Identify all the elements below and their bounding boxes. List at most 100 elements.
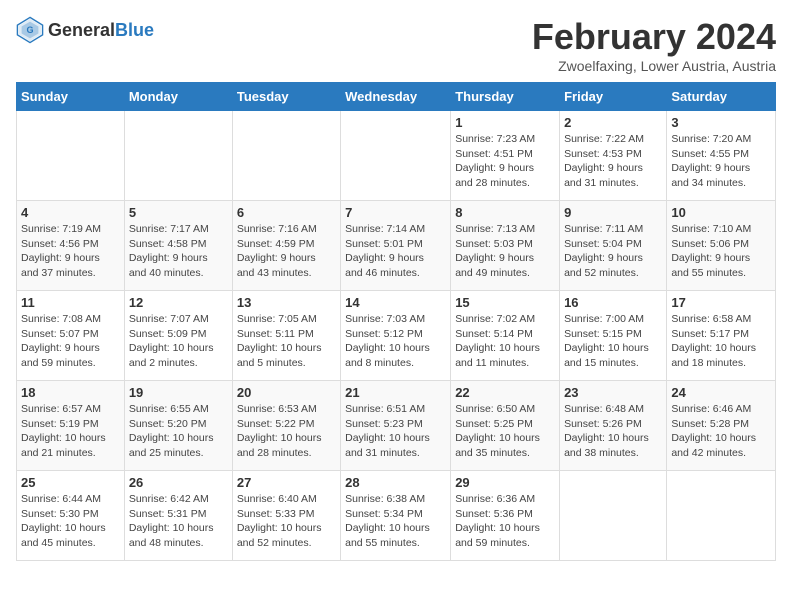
svg-text:G: G: [26, 25, 33, 35]
calendar-cell: 12 Sunrise: 7:07 AMSunset: 5:09 PMDayligh…: [124, 291, 232, 381]
day-info: Sunrise: 6:57 AMSunset: 5:19 PMDaylight:…: [21, 402, 120, 461]
calendar-cell: 16 Sunrise: 7:00 AMSunset: 5:15 PMDayligh…: [560, 291, 667, 381]
calendar-cell: 8 Sunrise: 7:13 AMSunset: 5:03 PMDaylight…: [451, 201, 560, 291]
day-number: 3: [671, 115, 771, 130]
calendar-row: 18 Sunrise: 6:57 AMSunset: 5:19 PMDayligh…: [17, 381, 776, 471]
day-info: Sunrise: 7:22 AMSunset: 4:53 PMDaylight:…: [564, 132, 662, 191]
day-info: Sunrise: 7:10 AMSunset: 5:06 PMDaylight:…: [671, 222, 771, 281]
col-header-tuesday: Tuesday: [232, 83, 340, 111]
day-number: 11: [21, 295, 120, 310]
day-info: Sunrise: 7:05 AMSunset: 5:11 PMDaylight:…: [237, 312, 336, 371]
calendar-cell: 4 Sunrise: 7:19 AMSunset: 4:56 PMDaylight…: [17, 201, 125, 291]
day-number: 19: [129, 385, 228, 400]
calendar-cell: 25Sunrise: 6:44 AMSunset: 5:30 PMDayligh…: [17, 471, 125, 561]
calendar-cell: 26Sunrise: 6:42 AMSunset: 5:31 PMDayligh…: [124, 471, 232, 561]
col-header-thursday: Thursday: [451, 83, 560, 111]
day-info: Sunrise: 7:23 AMSunset: 4:51 PMDaylight:…: [455, 132, 555, 191]
day-info: Sunrise: 6:40 AMSunset: 5:33 PMDaylight:…: [237, 492, 336, 551]
day-number: 25: [21, 475, 120, 490]
day-number: 9: [564, 205, 662, 220]
calendar-cell: 29 Sunrise: 6:36 AMSunset: 5:36 PMDayligh…: [451, 471, 560, 561]
calendar-cell: 21Sunrise: 6:51 AMSunset: 5:23 PMDayligh…: [341, 381, 451, 471]
header-row: SundayMondayTuesdayWednesdayThursdayFrid…: [17, 83, 776, 111]
col-header-monday: Monday: [124, 83, 232, 111]
day-number: 23: [564, 385, 662, 400]
col-header-wednesday: Wednesday: [341, 83, 451, 111]
day-info: Sunrise: 7:02 AMSunset: 5:14 PMDaylight:…: [455, 312, 555, 371]
col-header-saturday: Saturday: [667, 83, 776, 111]
calendar-cell: [341, 111, 451, 201]
calendar-cell: 14Sunrise: 7:03 AMSunset: 5:12 PMDayligh…: [341, 291, 451, 381]
calendar-row: 25Sunrise: 6:44 AMSunset: 5:30 PMDayligh…: [17, 471, 776, 561]
day-number: 21: [345, 385, 446, 400]
calendar-cell: 28 Sunrise: 6:38 AMSunset: 5:34 PMDayligh…: [341, 471, 451, 561]
day-number: 1: [455, 115, 555, 130]
day-number: 24: [671, 385, 771, 400]
day-number: 17: [671, 295, 771, 310]
day-number: 20: [237, 385, 336, 400]
calendar-cell: 17 Sunrise: 6:58 AMSunset: 5:17 PMDayligh…: [667, 291, 776, 381]
calendar-cell: 2 Sunrise: 7:22 AMSunset: 4:53 PMDaylight…: [560, 111, 667, 201]
day-number: 7: [345, 205, 446, 220]
day-info: Sunrise: 7:16 AMSunset: 4:59 PMDaylight:…: [237, 222, 336, 281]
calendar-cell: 19Sunrise: 6:55 AMSunset: 5:20 PMDayligh…: [124, 381, 232, 471]
calendar-table: SundayMondayTuesdayWednesdayThursdayFrid…: [16, 82, 776, 561]
day-info: Sunrise: 6:53 AMSunset: 5:22 PMDaylight:…: [237, 402, 336, 461]
day-number: 13: [237, 295, 336, 310]
day-number: 18: [21, 385, 120, 400]
calendar-title: February 2024: [532, 16, 776, 58]
calendar-cell: [560, 471, 667, 561]
col-header-friday: Friday: [560, 83, 667, 111]
calendar-cell: 7 Sunrise: 7:14 AMSunset: 5:01 PMDaylight…: [341, 201, 451, 291]
day-info: Sunrise: 7:13 AMSunset: 5:03 PMDaylight:…: [455, 222, 555, 281]
calendar-cell: [232, 111, 340, 201]
calendar-cell: 9Sunrise: 7:11 AMSunset: 5:04 PMDaylight…: [560, 201, 667, 291]
day-number: 27: [237, 475, 336, 490]
day-info: Sunrise: 6:36 AMSunset: 5:36 PMDaylight:…: [455, 492, 555, 551]
calendar-cell: 6 Sunrise: 7:16 AMSunset: 4:59 PMDaylight…: [232, 201, 340, 291]
day-info: Sunrise: 7:14 AMSunset: 5:01 PMDaylight:…: [345, 222, 446, 281]
day-number: 2: [564, 115, 662, 130]
day-info: Sunrise: 7:00 AMSunset: 5:15 PMDaylight:…: [564, 312, 662, 371]
day-number: 26: [129, 475, 228, 490]
day-info: Sunrise: 6:50 AMSunset: 5:25 PMDaylight:…: [455, 402, 555, 461]
day-number: 16: [564, 295, 662, 310]
day-number: 5: [129, 205, 228, 220]
calendar-subtitle: Zwoelfaxing, Lower Austria, Austria: [532, 58, 776, 74]
logo-text: GeneralBlue: [48, 20, 154, 41]
calendar-cell: 20 Sunrise: 6:53 AMSunset: 5:22 PMDayligh…: [232, 381, 340, 471]
calendar-cell: 24 Sunrise: 6:46 AMSunset: 5:28 PMDayligh…: [667, 381, 776, 471]
calendar-cell: 13 Sunrise: 7:05 AMSunset: 5:11 PMDayligh…: [232, 291, 340, 381]
day-info: Sunrise: 7:19 AMSunset: 4:56 PMDaylight:…: [21, 222, 120, 281]
day-number: 22: [455, 385, 555, 400]
logo-blue: Blue: [115, 20, 154, 40]
calendar-cell: 11Sunrise: 7:08 AMSunset: 5:07 PMDayligh…: [17, 291, 125, 381]
calendar-cell: 15 Sunrise: 7:02 AMSunset: 5:14 PMDayligh…: [451, 291, 560, 381]
calendar-cell: 23Sunrise: 6:48 AMSunset: 5:26 PMDayligh…: [560, 381, 667, 471]
calendar-cell: 27 Sunrise: 6:40 AMSunset: 5:33 PMDayligh…: [232, 471, 340, 561]
calendar-row: 11Sunrise: 7:08 AMSunset: 5:07 PMDayligh…: [17, 291, 776, 381]
day-number: 6: [237, 205, 336, 220]
calendar-cell: [667, 471, 776, 561]
day-info: Sunrise: 6:38 AMSunset: 5:34 PMDaylight:…: [345, 492, 446, 551]
day-info: Sunrise: 7:17 AMSunset: 4:58 PMDaylight:…: [129, 222, 228, 281]
logo: G GeneralBlue: [16, 16, 154, 44]
day-info: Sunrise: 7:03 AMSunset: 5:12 PMDaylight:…: [345, 312, 446, 371]
day-number: 12: [129, 295, 228, 310]
day-number: 4: [21, 205, 120, 220]
title-block: February 2024 Zwoelfaxing, Lower Austria…: [532, 16, 776, 74]
day-info: Sunrise: 6:58 AMSunset: 5:17 PMDaylight:…: [671, 312, 771, 371]
calendar-cell: [124, 111, 232, 201]
calendar-row: 4 Sunrise: 7:19 AMSunset: 4:56 PMDaylight…: [17, 201, 776, 291]
calendar-cell: 10 Sunrise: 7:10 AMSunset: 5:06 PMDayligh…: [667, 201, 776, 291]
day-number: 28: [345, 475, 446, 490]
logo-icon: G: [16, 16, 44, 44]
logo-general: General: [48, 20, 115, 40]
day-info: Sunrise: 6:46 AMSunset: 5:28 PMDaylight:…: [671, 402, 771, 461]
calendar-cell: 18 Sunrise: 6:57 AMSunset: 5:19 PMDayligh…: [17, 381, 125, 471]
day-number: 15: [455, 295, 555, 310]
day-number: 10: [671, 205, 771, 220]
day-number: 8: [455, 205, 555, 220]
day-number: 29: [455, 475, 555, 490]
day-info: Sunrise: 7:07 AMSunset: 5:09 PMDaylight:…: [129, 312, 228, 371]
